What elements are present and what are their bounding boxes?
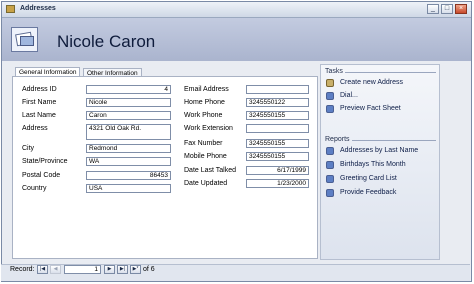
report-addresses-by-last-name[interactable]: Addresses by Last Name [340,147,418,154]
work-extension-field[interactable] [246,124,309,133]
tasks-heading: Tasks [325,68,343,75]
field-label: Mobile Phone [184,153,227,160]
pane-margin [441,64,468,260]
form-header: Nicole Caron [2,18,471,61]
report-provide-feedback[interactable]: Provide Feedback [340,189,396,196]
last-record-button[interactable]: ▶| [117,265,128,274]
report-greeting-card-list[interactable]: Greeting Card List [340,175,397,182]
field-label: Work Phone [184,112,223,119]
current-record-input[interactable]: 1 [64,265,101,274]
field-label: Country [22,185,47,192]
report-icon[interactable] [326,161,334,169]
window-title: Addresses [20,5,56,12]
maximize-button[interactable]: □ [441,4,453,14]
record-label: Record: [10,266,35,273]
field-label: Address ID [22,86,57,93]
address-card-icon [11,27,38,52]
fax-number-field[interactable]: 3245550155 [246,139,309,148]
report-icon[interactable] [326,175,334,183]
dial-icon[interactable] [326,92,334,100]
postal-code-field[interactable]: 86453 [86,171,171,180]
preview-icon[interactable] [326,105,334,113]
field-label: Postal Code [22,172,61,179]
next-record-button[interactable]: ▶ [104,265,115,274]
work-phone-field[interactable]: 3245550155 [246,111,309,120]
address-field[interactable]: 4321 Old Oak Rd. [86,124,171,140]
feedback-icon[interactable] [326,189,334,197]
country-field[interactable]: USA [86,184,171,193]
mobile-phone-field[interactable]: 3245550155 [246,152,309,161]
reports-heading: Reports [325,136,350,143]
field-label: Work Extension [184,125,233,132]
city-field[interactable]: Redmond [86,144,171,153]
new-record-button[interactable]: ▶* [130,265,141,274]
task-create-new-address[interactable]: Create new Address [340,79,403,86]
field-label: State/Province [22,158,68,165]
record-total: of 6 [143,266,155,273]
first-name-field[interactable]: Nicole [86,98,171,107]
previous-record-button[interactable]: ◀ [50,265,61,274]
reports-divider [352,140,436,141]
field-label: Address [22,125,48,132]
first-record-button[interactable]: |◀ [37,265,48,274]
contact-name-heading: Nicole Caron [57,32,156,51]
report-birthdays-this-month[interactable]: Birthdays This Month [340,161,406,168]
address-id-field[interactable]: 4 [86,85,171,94]
new-record-icon[interactable] [326,79,334,87]
tasks-divider [345,72,436,73]
task-preview-fact-sheet[interactable]: Preview Fact Sheet [340,105,401,112]
form-icon [6,5,15,13]
field-label: First Name [22,99,57,106]
last-name-field[interactable]: Caron [86,111,171,120]
date-updated-field[interactable]: 1/23/2000 [246,179,309,188]
field-label: Last Name [22,112,56,119]
report-icon[interactable] [326,147,334,155]
minimize-button[interactable]: _ [427,4,439,14]
field-label: Date Last Talked [184,167,237,174]
date-last-talked-field[interactable]: 6/17/1999 [246,166,309,175]
field-label: Home Phone [184,99,225,106]
state-province-field[interactable]: WA [86,157,171,166]
field-label: Email Address [184,86,229,93]
field-label: Fax Number [184,140,223,147]
home-phone-field[interactable]: 3245550122 [246,98,309,107]
close-button[interactable]: × [455,4,467,14]
email-address-field[interactable] [246,85,309,94]
task-dial[interactable]: Dial... [340,92,358,99]
title-bar: Addresses _ □ × [2,2,471,18]
field-label: City [22,145,35,152]
field-label: Date Updated [184,180,228,187]
